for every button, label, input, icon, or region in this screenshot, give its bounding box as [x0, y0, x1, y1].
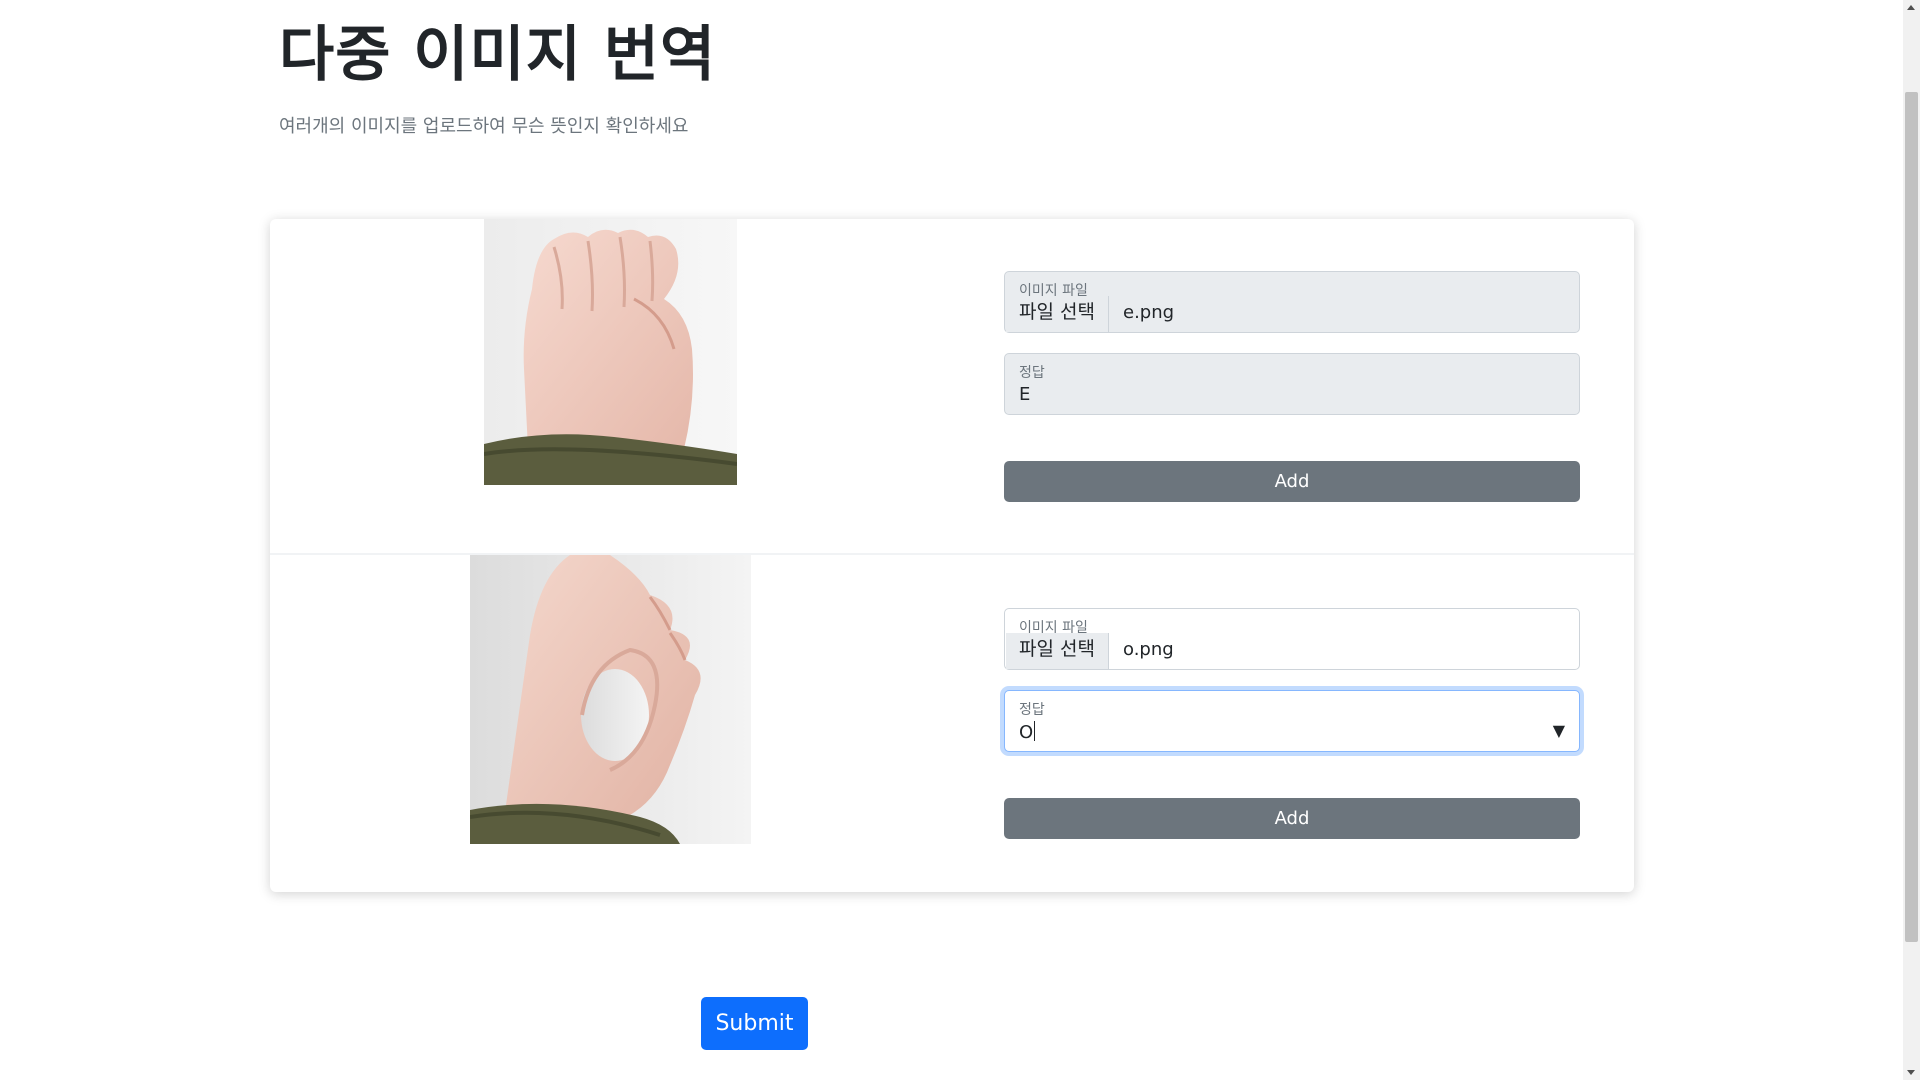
answer-value: O — [1019, 722, 1034, 743]
page-title: 다중 이미지 번역 — [279, 20, 717, 90]
image-file-field-2[interactable]: 이미지 파일 파일 선택 o.png — [1004, 608, 1580, 670]
choose-file-button[interactable]: 파일 선택 — [1006, 633, 1109, 669]
answer-value-wrap: O — [1019, 721, 1036, 743]
answer-select-2[interactable]: 정답 O ▼ — [1004, 690, 1580, 752]
scroll-down-icon[interactable] — [1907, 1070, 1915, 1075]
page: 다중 이미지 번역 여러개의 이미지를 업로드하여 무슨 뜻인지 확인하세요 이… — [0, 0, 1920, 1080]
scroll-up-icon[interactable] — [1907, 5, 1915, 10]
hand-sign-e-image — [484, 219, 737, 485]
answer-label: 정답 — [1019, 365, 1045, 381]
hand-sign-o-image — [470, 555, 751, 844]
hand-o-sign-icon — [470, 555, 751, 844]
page-scrollbar[interactable] — [1903, 0, 1920, 1080]
answer-field-1[interactable]: 정답 E — [1004, 353, 1580, 415]
text-cursor — [1034, 721, 1036, 741]
file-name: e.png — [1123, 302, 1175, 323]
image-file-field-1[interactable]: 이미지 파일 파일 선택 e.png — [1004, 271, 1580, 333]
answer-value: E — [1019, 384, 1031, 405]
file-name: o.png — [1123, 639, 1174, 660]
submit-button[interactable]: Submit — [701, 997, 808, 1050]
dropdown-arrow-icon[interactable]: ▼ — [1553, 721, 1565, 740]
answer-label: 정답 — [1019, 702, 1045, 718]
hand-fist-icon — [484, 219, 737, 485]
add-button-2[interactable]: Add — [1004, 798, 1580, 839]
page-subtitle: 여러개의 이미지를 업로드하여 무슨 뜻인지 확인하세요 — [279, 116, 689, 137]
add-button-1[interactable]: Add — [1004, 461, 1580, 502]
choose-file-button[interactable]: 파일 선택 — [1006, 296, 1109, 332]
scroll-thumb[interactable] — [1905, 92, 1918, 942]
